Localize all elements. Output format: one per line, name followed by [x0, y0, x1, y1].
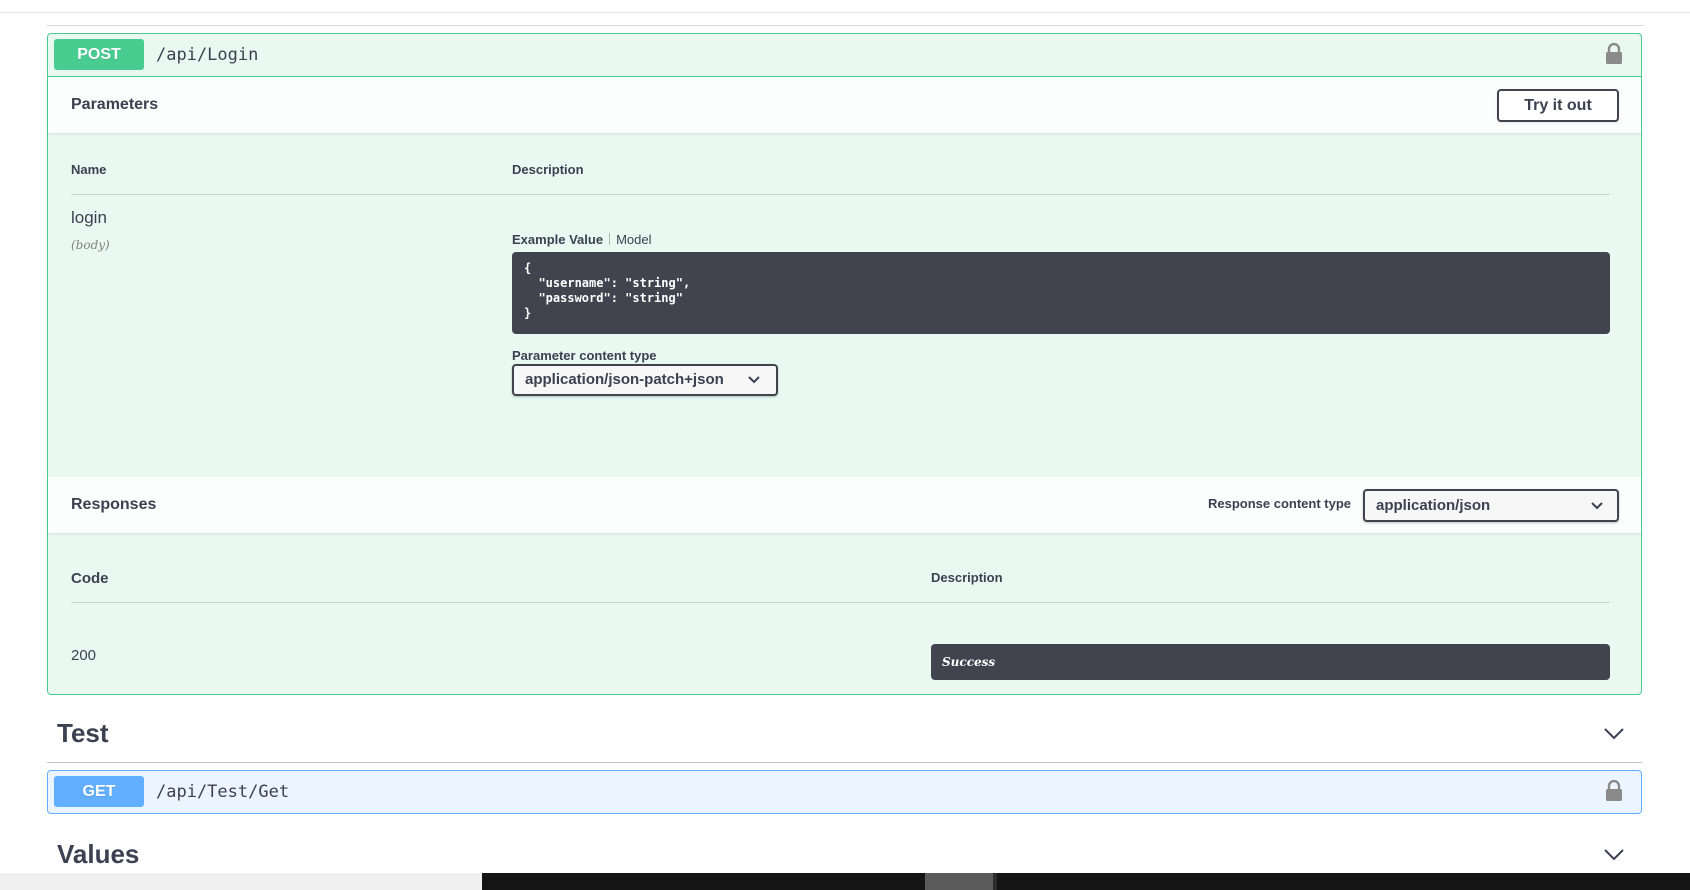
- example-value-code: { "username": "string", "password": "str…: [512, 252, 1610, 334]
- section-divider: [47, 25, 1644, 26]
- opblock-summary-get[interactable]: GET /api/Test/Get: [48, 771, 1641, 813]
- param-location: (body): [71, 238, 110, 252]
- params-col-description: Description: [512, 162, 584, 177]
- scrollbar-thumb[interactable]: [925, 873, 995, 890]
- operation-path: /api/Login: [156, 45, 259, 65]
- chevron-down-icon: [1591, 501, 1603, 509]
- response-content-type-label: Response content type: [1207, 496, 1351, 511]
- response-content-type-select[interactable]: application/json: [1363, 489, 1619, 522]
- opblock-get-test: GET /api/Test/Get: [47, 770, 1642, 814]
- lock-icon[interactable]: [1605, 43, 1623, 65]
- method-badge-post: POST: [54, 39, 144, 70]
- param-name: login: [71, 208, 107, 227]
- lock-icon[interactable]: [1605, 780, 1623, 802]
- chevron-down-icon[interactable]: [1604, 728, 1624, 740]
- responses-header-divider: [71, 602, 1610, 603]
- chevron-down-icon[interactable]: [1604, 849, 1624, 861]
- parameters-header: Parameters Try it out: [48, 77, 1641, 133]
- operation-path: /api/Test/Get: [156, 782, 290, 802]
- chevron-down-icon: [748, 376, 760, 384]
- tab-separator: [609, 233, 611, 245]
- parameter-content-type-label: Parameter content type: [512, 348, 657, 363]
- response-code: 200: [71, 647, 97, 664]
- example-tabs: Example Value Model: [512, 232, 651, 247]
- tag-title-test: Test: [57, 718, 109, 748]
- responses-header: Responses Response content type applicat…: [48, 477, 1641, 533]
- parameter-content-type-select[interactable]: application/json-patch+json: [512, 364, 778, 396]
- tab-example-value[interactable]: Example Value: [512, 232, 603, 247]
- tag-header-test[interactable]: Test: [47, 706, 1642, 763]
- params-header-divider: [71, 194, 1610, 195]
- tab-model[interactable]: Model: [616, 232, 651, 247]
- params-col-name: Name: [71, 162, 107, 177]
- method-badge-get: GET: [54, 776, 144, 807]
- tag-title-values: Values: [57, 839, 140, 869]
- opblock-post-login: POST /api/Login Parameters Try it out Na…: [47, 33, 1642, 695]
- response-content-type-value: application/json: [1376, 497, 1491, 514]
- scrollbar-track[interactable]: [482, 873, 1690, 890]
- responses-col-code: Code: [71, 570, 109, 587]
- parameters-title: Parameters: [71, 96, 159, 113]
- responses-col-description: Description: [931, 570, 1003, 585]
- top-divider: [0, 12, 1690, 13]
- opblock-summary-post[interactable]: POST /api/Login: [48, 34, 1641, 77]
- parameter-content-type-value: application/json-patch+json: [525, 371, 724, 388]
- responses-title: Responses: [71, 496, 157, 513]
- try-it-out-button[interactable]: Try it out: [1497, 89, 1619, 122]
- scrollbar-marker: [993, 873, 997, 890]
- response-description: Success: [931, 644, 1610, 680]
